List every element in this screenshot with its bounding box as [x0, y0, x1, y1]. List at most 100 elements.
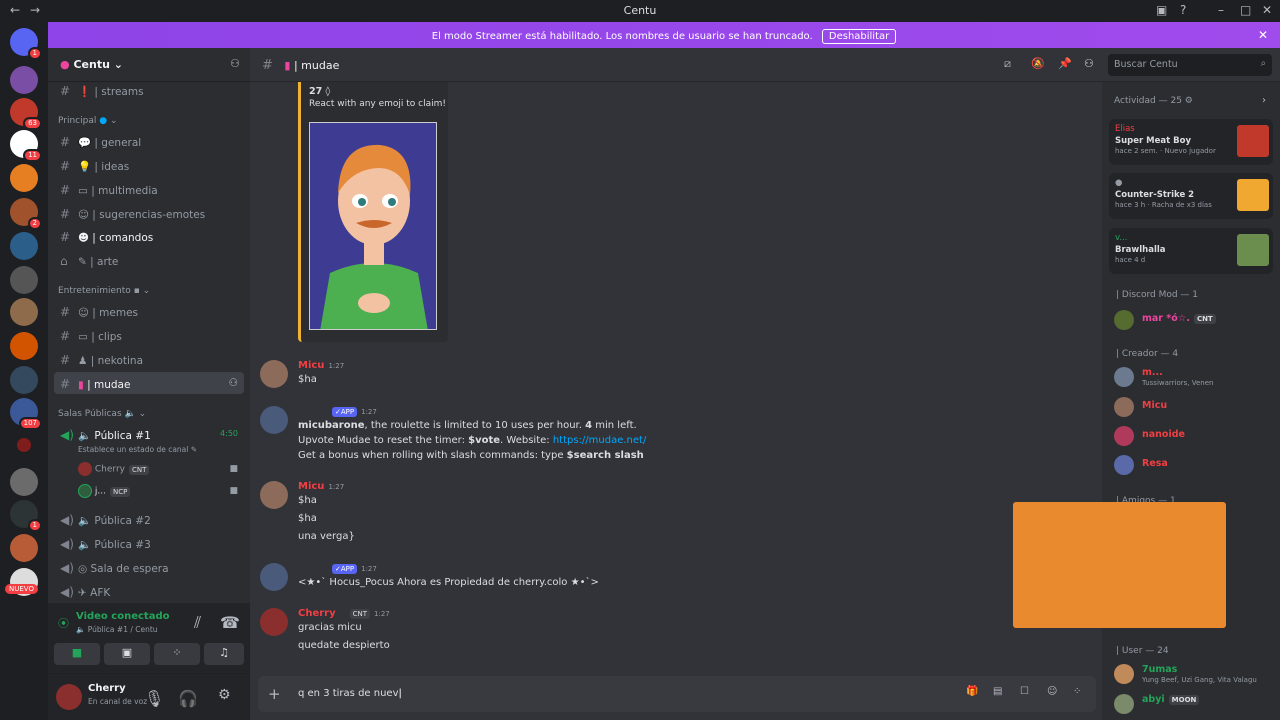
gif-icon[interactable]: ▤ [993, 686, 1002, 697]
server-icon[interactable]: 11 [10, 130, 42, 162]
category-principal[interactable]: Principal ● ⌄ [58, 116, 118, 126]
channel-sugerencias[interactable]: # ☺ | sugerencias-emotes [54, 202, 244, 224]
server-icon[interactable] [10, 468, 38, 496]
chevron-right-icon[interactable]: › [1262, 95, 1266, 106]
close-icon[interactable]: ✕ [1262, 3, 1272, 17]
noise-suppression-icon[interactable]: ⫽ [194, 613, 201, 633]
member-list-icon[interactable]: ⚇ [1084, 57, 1094, 70]
voice-user-cherry[interactable]: Cherry CNT ■ [78, 462, 242, 480]
activity-card[interactable]: Elias Super Meat Boy hace 2 sem. · Nuevo… [1109, 119, 1273, 165]
microphone-icon[interactable]: 🎙 [144, 689, 164, 708]
channel-memes[interactable]: # ☺ | memes [54, 300, 244, 322]
search-input[interactable]: Buscar Centu ⌕ [1108, 54, 1272, 76]
voice-channel-afk[interactable]: ◀) ✈ AFK [54, 580, 244, 602]
message-content: quedate despierto [298, 640, 390, 651]
channel-streams[interactable]: # ❗ | streams [54, 79, 244, 101]
character-image[interactable] [309, 122, 437, 330]
avatar[interactable] [260, 481, 288, 509]
voice-user-j[interactable]: j... NCP ■ [78, 484, 242, 502]
member-item[interactable]: abyi MOON [1114, 694, 1274, 718]
server-icon[interactable] [17, 438, 31, 452]
category-entretenimiento[interactable]: Entretenimiento ▪ ⌄ [58, 286, 150, 296]
activity-title: Actividad — 25 ⚙ [1114, 96, 1193, 106]
voice-location[interactable]: 🔈 Pública #1 / Centu [76, 625, 158, 634]
server-icon[interactable]: 2 [10, 198, 42, 230]
member-item[interactable]: Resa [1114, 455, 1274, 479]
channel-comandos[interactable]: # ☻ | comandos [54, 225, 244, 247]
pin-icon[interactable]: 📌 [1058, 57, 1072, 70]
message-author[interactable]: Micu [298, 360, 324, 371]
camera-overlay[interactable] [1013, 502, 1226, 628]
gift-icon[interactable]: 🎁 [966, 686, 978, 697]
gear-icon[interactable]: ⚙ [1185, 96, 1193, 106]
avatar[interactable] [56, 684, 82, 710]
server-icon[interactable]: 63 [10, 98, 42, 130]
maximize-icon[interactable]: □ [1240, 3, 1251, 17]
message-author[interactable]: Micu [298, 481, 324, 492]
avatar [78, 462, 92, 476]
help-icon[interactable]: ? [1180, 3, 1186, 17]
server-icon[interactable] [10, 332, 38, 360]
channel-clips[interactable]: # ▭ | clips [54, 324, 244, 346]
guild-header[interactable]: ● Centu ⌄ ⚇ [48, 48, 250, 82]
avatar[interactable] [260, 406, 288, 434]
close-banner-icon[interactable]: ✕ [1258, 28, 1268, 42]
notifications-icon[interactable]: 🔕 [1031, 57, 1045, 70]
camera-button[interactable]: ■ [54, 643, 100, 665]
member-item[interactable]: m... Tussiwarriors, Venen [1114, 367, 1274, 391]
activities-button[interactable]: ⁘ [154, 643, 200, 665]
member-category-user: | User — 24 [1116, 646, 1169, 656]
server-icon[interactable]: 107 [10, 398, 42, 430]
server-icon[interactable] [10, 366, 38, 394]
avatar[interactable] [260, 608, 288, 636]
emoji-icon[interactable]: ☺ [1047, 686, 1057, 697]
server-icon[interactable]: 1 [10, 500, 42, 532]
gear-icon[interactable]: ⚙ [218, 687, 231, 703]
avatar[interactable] [260, 563, 288, 591]
category-salas-publicas[interactable]: Salas Públicas 🔈 ⌄ [58, 409, 146, 419]
channel-ideas[interactable]: # 💡 | ideas [54, 154, 244, 176]
channel-status-hint[interactable]: Establece un estado de canal ✎ [78, 445, 197, 454]
apps-icon[interactable]: ⁘ [1073, 686, 1081, 697]
activity-card[interactable]: ● Counter-Strike 2 hace 3 h · Racha de x… [1109, 173, 1273, 219]
voice-channel-sala-espera[interactable]: ◀) ◎ Sala de espera [54, 556, 244, 578]
voice-channel-publica-1[interactable]: ◀) 🔈 Pública #1 4:50 [54, 423, 244, 445]
channel-multimedia[interactable]: # ▭ | multimedia [54, 178, 244, 200]
member-item[interactable]: mar *ó☆. CNT [1114, 310, 1274, 334]
soundboard-button[interactable]: ♫ [204, 643, 244, 665]
minimize-icon[interactable]: – [1218, 3, 1224, 17]
server-icon[interactable] [10, 266, 38, 294]
server-icon[interactable] [10, 164, 38, 192]
message-author[interactable]: Cherry [298, 608, 336, 619]
threads-icon[interactable]: ⧄ [1004, 57, 1011, 71]
sticker-icon[interactable]: ☐ [1020, 686, 1029, 697]
channel-arte[interactable]: ⌂ ✎ | arte [54, 249, 244, 271]
member-item[interactable]: 7umas Yung Beef, Uzi Gang, Vita Valagu [1114, 664, 1278, 688]
channel-nekotina[interactable]: # ♟ | nekotina [54, 348, 244, 370]
channel-general[interactable]: # 💬 | general [54, 130, 244, 152]
avatar[interactable] [260, 360, 288, 388]
disable-streamer-button[interactable]: Deshabilitar [821, 29, 897, 44]
discord-home-icon[interactable]: 1 [10, 28, 42, 60]
disconnect-icon[interactable]: ☎ [220, 613, 240, 632]
member-item[interactable]: nanoide [1114, 426, 1274, 450]
member-item[interactable]: Micu [1114, 397, 1274, 421]
inbox-icon[interactable]: ▣ [1156, 3, 1167, 17]
headphones-icon[interactable]: 🎧 [178, 689, 198, 708]
message-input[interactable]: + q en 3 tiras de nuev| 🎁 ▤ ☐ ☺ ⁘ [258, 676, 1096, 712]
speaker-icon: ◀) [60, 428, 74, 442]
channel-mudae[interactable]: # ▮ | mudae ⚇ [54, 372, 244, 394]
mudae-link[interactable]: https://mudae.net/ [553, 435, 647, 446]
screen-share-button[interactable]: ▣ [104, 643, 150, 665]
server-icon[interactable] [10, 534, 38, 562]
activity-card[interactable]: v... Brawlhalla hace 4 d [1109, 228, 1273, 274]
server-icon[interactable] [10, 232, 38, 260]
avatar [1114, 455, 1134, 475]
voice-channel-publica-3[interactable]: ◀) 🔈 Pública #3 [54, 532, 244, 554]
voice-channel-publica-2[interactable]: ◀) 🔈 Pública #2 [54, 508, 244, 530]
add-member-icon[interactable]: ⚇ [229, 377, 238, 389]
add-attachment-icon[interactable]: + [268, 685, 281, 703]
server-icon[interactable] [10, 66, 38, 94]
server-icon[interactable] [10, 298, 38, 326]
add-member-icon[interactable]: ⚇ [230, 57, 240, 70]
